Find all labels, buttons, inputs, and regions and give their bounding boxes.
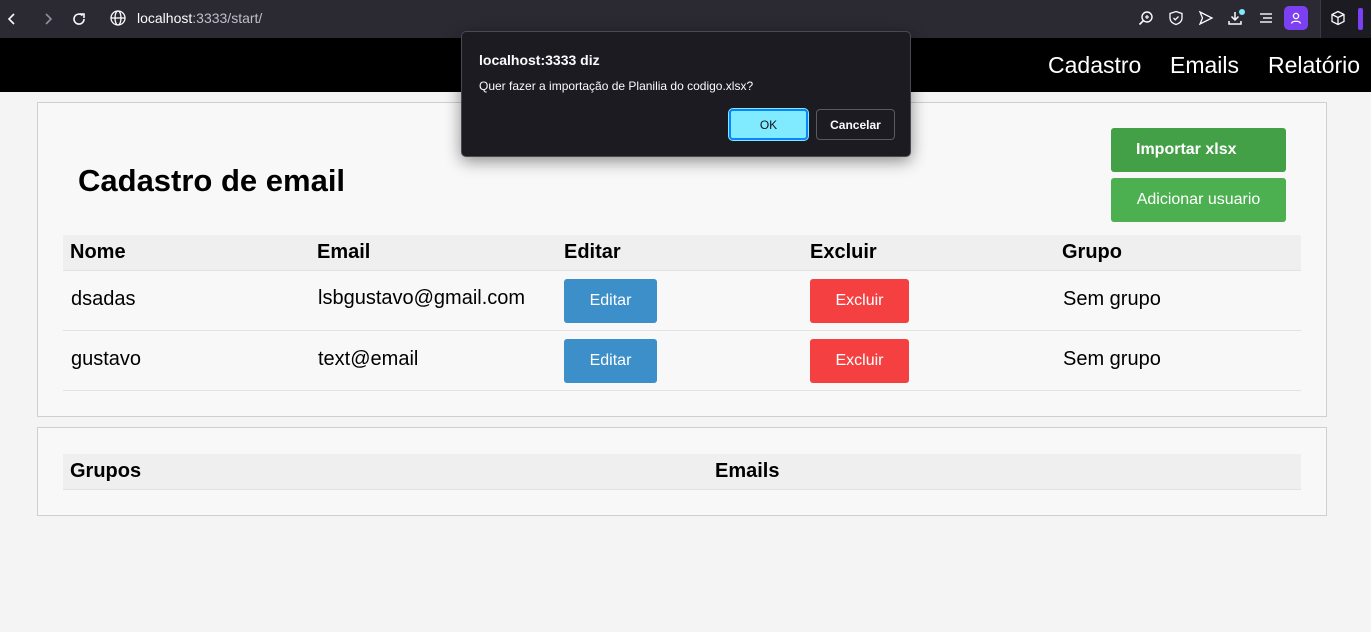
header-excluir: Excluir [810, 241, 877, 263]
account-icon[interactable] [1284, 6, 1308, 30]
nav-cadastro[interactable]: Cadastro [1048, 52, 1141, 79]
cell-email: text@email [318, 348, 419, 370]
delete-button[interactable]: Excluir [810, 279, 909, 323]
add-user-button[interactable]: Adicionar usuario [1111, 178, 1286, 222]
header-nome: Nome [70, 241, 126, 263]
back-icon[interactable] [2, 9, 22, 29]
zoom-search-icon[interactable] [1137, 9, 1155, 27]
dialog-message: Quer fazer a importação de Planilia do c… [479, 79, 754, 93]
extensions-icon[interactable] [1329, 9, 1347, 27]
header-editar: Editar [564, 241, 621, 263]
confirm-dialog: localhost:3333 diz Quer fazer a importaç… [461, 31, 911, 157]
table-row: gustavo text@email Editar Excluir Sem gr… [63, 331, 1301, 391]
dialog-ok-button[interactable]: OK [728, 108, 809, 141]
groups-table-header: Grupos Emails [63, 454, 1301, 490]
delete-button[interactable]: Excluir [810, 339, 909, 383]
table-row: dsadas lsbgustavo@gmail.com Editar Exclu… [63, 271, 1301, 331]
sidebar-accent [1358, 8, 1363, 30]
cell-grupo: Sem grupo [1063, 288, 1161, 310]
header-grupo: Grupo [1062, 241, 1122, 263]
shield-icon[interactable] [1167, 9, 1185, 27]
groups-panel: Grupos Emails [37, 427, 1327, 516]
header-grupos: Grupos [70, 460, 142, 482]
cell-nome: gustavo [71, 348, 142, 370]
dialog-cancel-button[interactable]: Cancelar [816, 109, 895, 140]
header-emails: Emails [715, 460, 780, 482]
nav-relatorio[interactable]: Relatório [1268, 52, 1360, 79]
url-path: :3333/start/ [192, 10, 263, 26]
nav-emails[interactable]: Emails [1170, 52, 1239, 79]
dialog-title: localhost:3333 diz [479, 52, 600, 68]
reload-icon[interactable] [69, 9, 89, 29]
cell-nome: dsadas [71, 288, 136, 310]
menu-lines-icon[interactable] [1257, 9, 1275, 27]
edit-button[interactable]: Editar [564, 279, 657, 323]
cell-grupo: Sem grupo [1063, 348, 1161, 370]
forward-icon[interactable] [38, 9, 58, 29]
cell-email: lsbgustavo@gmail.com [318, 287, 526, 309]
header-email: Email [317, 241, 371, 263]
page-title: Cadastro de email [78, 163, 346, 198]
import-xlsx-button[interactable]: Importar xlsx [1111, 128, 1286, 172]
globe-icon [109, 9, 127, 27]
table-header: Nome Email Editar Excluir Grupo [63, 235, 1301, 271]
url-bar[interactable]: localhost:3333/start/ [137, 10, 262, 26]
url-host: localhost [137, 10, 193, 26]
send-icon[interactable] [1197, 9, 1215, 27]
download-icon[interactable] [1227, 9, 1245, 27]
extensions-area [1320, 0, 1371, 38]
edit-button[interactable]: Editar [564, 339, 657, 383]
